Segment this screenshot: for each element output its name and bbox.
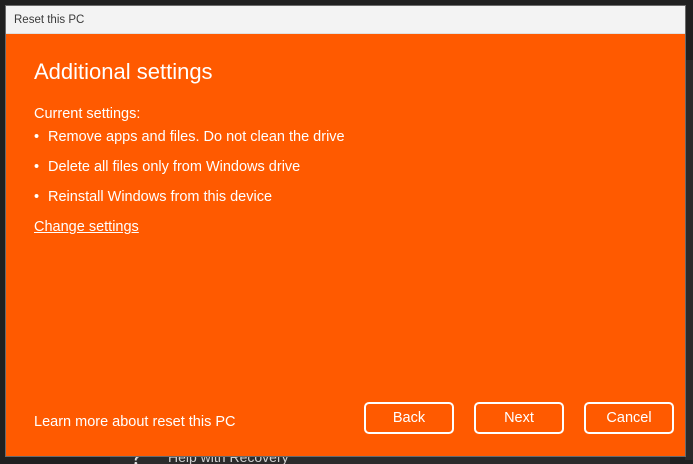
bullet-icon: •	[34, 159, 40, 175]
current-settings-label: Current settings:	[34, 106, 141, 122]
change-settings-link[interactable]: Change settings	[34, 218, 139, 236]
window-title: Reset this PC	[14, 14, 85, 26]
setting-item-label: Remove apps and files. Do not clean the …	[48, 129, 345, 145]
setting-item-remove-apps: • Remove apps and files. Do not clean the…	[34, 128, 345, 158]
background-window-edge	[685, 60, 693, 460]
title-bar: Reset this PC	[6, 6, 685, 34]
setting-item-label: Delete all files only from Windows drive	[48, 159, 301, 175]
next-button[interactable]: Next	[474, 402, 564, 434]
setting-item-label: Reinstall Windows from this device	[48, 189, 273, 205]
cancel-button[interactable]: Cancel	[584, 402, 674, 434]
reset-pc-dialog: Reset this PC Additional settings Curren…	[5, 5, 686, 457]
page-title: Additional settings	[34, 59, 213, 84]
bullet-icon: •	[34, 189, 40, 205]
back-button[interactable]: Back	[364, 402, 454, 434]
setting-item-delete-files: • Delete all files only from Windows driv…	[34, 158, 345, 188]
current-settings-list: • Remove apps and files. Do not clean the…	[34, 128, 345, 218]
learn-more-link[interactable]: Learn more about reset this PC	[34, 413, 236, 431]
bullet-icon: •	[34, 129, 40, 145]
setting-item-reinstall: • Reinstall Windows from this device	[34, 188, 345, 218]
